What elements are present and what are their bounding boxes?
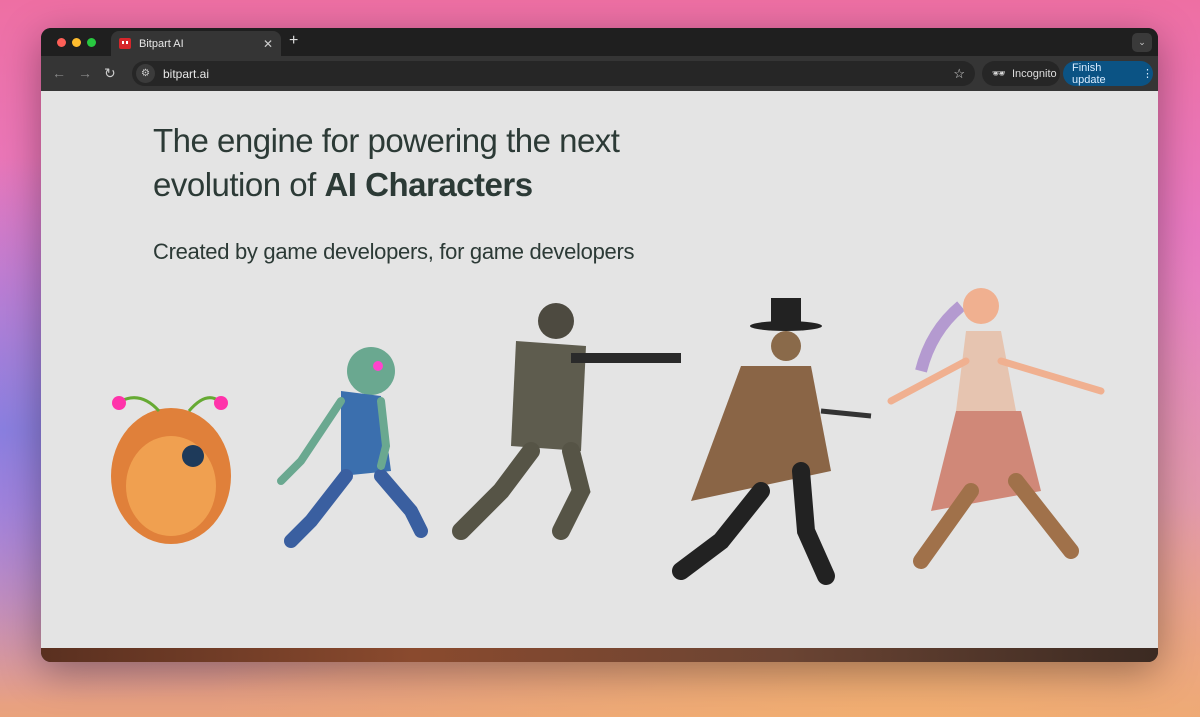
characters-illustration <box>111 288 1105 585</box>
update-label: Finish update <box>1072 61 1106 86</box>
chevron-down-icon[interactable]: ⌄ <box>1132 33 1152 52</box>
soldier <box>452 303 681 540</box>
finish-update-button[interactable]: Finish update ⋮ <box>1063 61 1153 86</box>
tab-bitpart[interactable]: Bitpart AI ✕ <box>111 31 281 56</box>
furry-creature <box>111 396 231 544</box>
browser-window: Bitpart AI ✕ + ⌄ ← → ↻ ⚙ bitpart.ai ☆ 🕶 … <box>41 28 1158 662</box>
next-section-preview <box>41 648 1158 662</box>
tab-strip: Bitpart AI ✕ + ⌄ <box>41 28 1158 56</box>
tab-title: Bitpart AI <box>139 37 184 50</box>
elf-warrior <box>887 288 1105 569</box>
back-icon[interactable]: ← <box>52 65 66 81</box>
kebab-menu-icon[interactable]: ⋮ <box>1142 67 1153 80</box>
incognito-icon: 🕶 <box>992 68 1006 80</box>
minimize-window-button[interactable] <box>72 38 81 47</box>
plus-icon[interactable]: + <box>289 32 298 50</box>
cowboy <box>672 298 872 585</box>
reload-icon[interactable]: ↻ <box>104 65 116 82</box>
forward-icon[interactable]: → <box>78 65 92 81</box>
maximize-window-button[interactable] <box>87 38 96 47</box>
incognito-label: Incognito <box>1011 67 1057 80</box>
zombie <box>277 347 428 548</box>
page-content: The engine for powering the next evoluti… <box>41 91 1158 648</box>
favicon <box>119 38 131 49</box>
url-text[interactable]: bitpart.ai <box>163 67 209 81</box>
address-bar[interactable]: ⚙ bitpart.ai ☆ <box>132 61 975 86</box>
star-icon[interactable]: ☆ <box>953 66 965 82</box>
incognito-button[interactable]: 🕶 Incognito <box>982 61 1060 86</box>
toolbar: ← → ↻ ⚙ bitpart.ai ☆ 🕶 Incognito Finish … <box>41 56 1158 91</box>
close-icon[interactable]: ✕ <box>263 37 273 51</box>
site-settings-icon[interactable]: ⚙ <box>136 64 155 83</box>
close-window-button[interactable] <box>57 38 66 47</box>
